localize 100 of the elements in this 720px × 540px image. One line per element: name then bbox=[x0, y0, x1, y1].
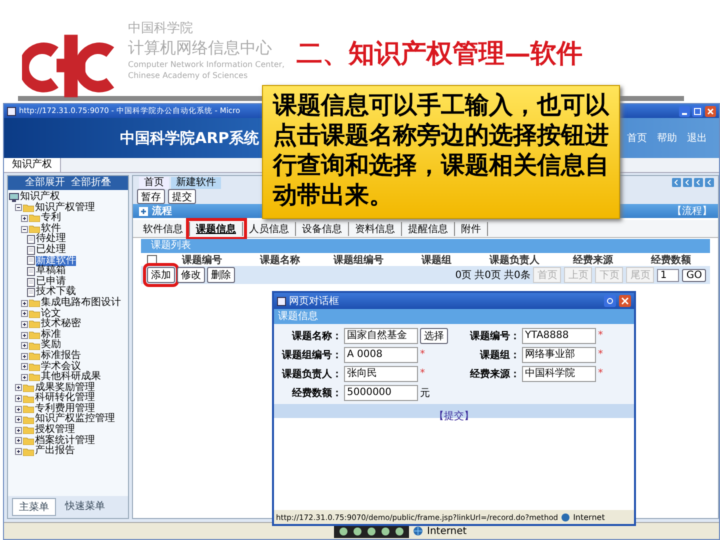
tree-item[interactable]: 技术下载 bbox=[36, 287, 76, 298]
org-name: 中国科学院 bbox=[128, 20, 194, 37]
unit-label: 元 bbox=[420, 386, 430, 400]
plus-box-icon[interactable] bbox=[21, 310, 28, 318]
paging-info: 共0页 bbox=[474, 268, 501, 282]
section-tab[interactable]: 附件 bbox=[455, 222, 488, 236]
maximize-icon[interactable] bbox=[692, 106, 703, 116]
list-button[interactable]: 修改 bbox=[177, 267, 205, 283]
paging-info: 共0条 bbox=[504, 268, 530, 282]
plus-box-icon[interactable] bbox=[21, 342, 28, 350]
folder-icon bbox=[23, 204, 34, 212]
submit-link[interactable]: 【提交】 bbox=[434, 411, 474, 422]
go-button[interactable]: GO bbox=[682, 268, 706, 282]
field-label: 经费来源： bbox=[468, 368, 520, 380]
plus-box-icon[interactable] bbox=[21, 374, 28, 381]
plus-box-icon[interactable] bbox=[21, 300, 28, 307]
tree-item[interactable]: 知识产权 bbox=[20, 192, 60, 203]
input-field[interactable]: 网络事业部 bbox=[522, 346, 596, 362]
section-tab[interactable]: 提醒信息 bbox=[402, 222, 455, 236]
column-header: 课题名称 bbox=[258, 254, 302, 266]
select-button[interactable]: 选择 bbox=[420, 328, 448, 344]
page-number-field[interactable]: 1 bbox=[657, 268, 680, 282]
close-icon[interactable] bbox=[705, 106, 716, 116]
sidebar-tab[interactable]: 主菜单 bbox=[12, 498, 56, 516]
section-tab[interactable]: 软件信息 bbox=[137, 222, 190, 236]
folder-icon bbox=[29, 362, 40, 371]
tree-item[interactable]: 已处理 bbox=[36, 244, 66, 256]
input-field[interactable]: YTA8888 bbox=[522, 328, 596, 344]
zone-label: Internet bbox=[573, 512, 605, 522]
minimize-icon[interactable] bbox=[679, 106, 690, 116]
zone-label: Internet bbox=[427, 526, 467, 536]
list-title: 课题列表 bbox=[151, 240, 191, 251]
folder-icon bbox=[29, 342, 40, 350]
plus-box-icon[interactable] bbox=[15, 395, 22, 402]
tree-item[interactable]: 其他科研成果 bbox=[41, 372, 101, 383]
tree-item[interactable]: 奖励 bbox=[41, 340, 61, 351]
minus-box-icon[interactable] bbox=[15, 204, 22, 212]
folder-icon bbox=[29, 299, 40, 308]
tree-item[interactable]: 标准 bbox=[41, 330, 61, 340]
column-header: 课题负责人 bbox=[488, 254, 541, 266]
page-icon bbox=[7, 106, 16, 116]
system-title: 中国科学院ARP系统 bbox=[120, 128, 260, 148]
nav-arrow-icon[interactable] bbox=[705, 178, 714, 187]
menu-item[interactable]: 知识产权 bbox=[4, 158, 61, 172]
input-field[interactable]: 中国科学院 bbox=[522, 366, 596, 382]
nav-arrow-icon[interactable] bbox=[694, 178, 703, 187]
close-icon[interactable] bbox=[619, 295, 631, 307]
plus-box-icon[interactable] bbox=[15, 416, 22, 424]
plus-box-icon[interactable] bbox=[21, 320, 28, 328]
column-header: 课题组 bbox=[420, 254, 452, 266]
nav-arrow-icon[interactable] bbox=[683, 178, 692, 187]
column-header: 经费来源 bbox=[572, 254, 614, 266]
column-header: 经费数额 bbox=[650, 253, 692, 266]
plus-box-icon[interactable] bbox=[21, 363, 28, 370]
slide-title: 二、知识产权管理—软件 bbox=[296, 38, 583, 71]
tree-item[interactable]: 授权管理 bbox=[35, 425, 75, 436]
folder-icon bbox=[29, 373, 40, 382]
tree-item[interactable]: 成果奖励管理 bbox=[35, 382, 95, 394]
plus-box-icon[interactable] bbox=[15, 384, 22, 392]
plus-box-icon[interactable] bbox=[21, 352, 28, 360]
action-button[interactable]: 暂存 bbox=[137, 189, 165, 204]
folder-icon bbox=[29, 320, 40, 328]
plus-box-icon[interactable] bbox=[21, 214, 28, 222]
plus-box-icon[interactable] bbox=[15, 437, 22, 444]
tree-item[interactable]: 标准报告 bbox=[41, 350, 81, 362]
nav-arrow-icon[interactable] bbox=[672, 178, 681, 187]
page-tab[interactable]: 首页 bbox=[139, 177, 169, 189]
tree-item[interactable]: 专利 bbox=[41, 213, 61, 224]
tree-item[interactable]: 待处理 bbox=[36, 234, 66, 245]
tree-item[interactable]: 产出报告 bbox=[35, 446, 75, 457]
paging-info: 0页 bbox=[455, 269, 472, 282]
input-field[interactable]: 张向民 bbox=[344, 366, 418, 382]
section-tab[interactable]: 资料信息 bbox=[349, 222, 402, 236]
tree-toggle-link[interactable]: 全部折叠 bbox=[71, 176, 111, 190]
tree-toggle-link[interactable]: 全部展开 bbox=[25, 176, 65, 190]
page-tab[interactable]: 新建软件 bbox=[171, 177, 221, 189]
tree-item[interactable]: 技术秘密 bbox=[41, 319, 81, 330]
section-title: 课题信息 bbox=[278, 311, 318, 322]
plus-box-icon[interactable] bbox=[15, 448, 22, 456]
folder-icon bbox=[29, 225, 40, 234]
tree-item[interactable]: 集成电路布图设计 bbox=[41, 298, 121, 309]
tree-item[interactable]: 草稿箱 bbox=[36, 266, 66, 277]
action-button[interactable]: 提交 bbox=[168, 189, 196, 204]
list-button[interactable]: 删除 bbox=[207, 267, 235, 283]
plus-box-icon[interactable] bbox=[21, 332, 28, 339]
folder-icon bbox=[29, 214, 40, 222]
plus-box-icon[interactable] bbox=[139, 206, 148, 216]
plus-box-icon[interactable] bbox=[15, 426, 22, 434]
plus-box-icon[interactable] bbox=[15, 406, 22, 413]
dialog-title: 网页对话框 bbox=[289, 294, 340, 308]
input-field[interactable]: 国家自然基金 bbox=[344, 328, 418, 344]
sidebar-tab[interactable]: 快速菜单 bbox=[59, 498, 111, 516]
section-tab[interactable]: 人员信息 bbox=[243, 222, 296, 236]
input-field[interactable]: 5000000 bbox=[344, 384, 418, 400]
input-field[interactable]: A 0008 bbox=[344, 346, 418, 362]
minus-box-icon[interactable] bbox=[21, 226, 28, 233]
folder-icon bbox=[23, 436, 34, 445]
tree-item[interactable]: 科研转化管理 bbox=[35, 393, 95, 404]
folder-icon bbox=[23, 394, 34, 403]
section-tab[interactable]: 设备信息 bbox=[296, 222, 349, 236]
